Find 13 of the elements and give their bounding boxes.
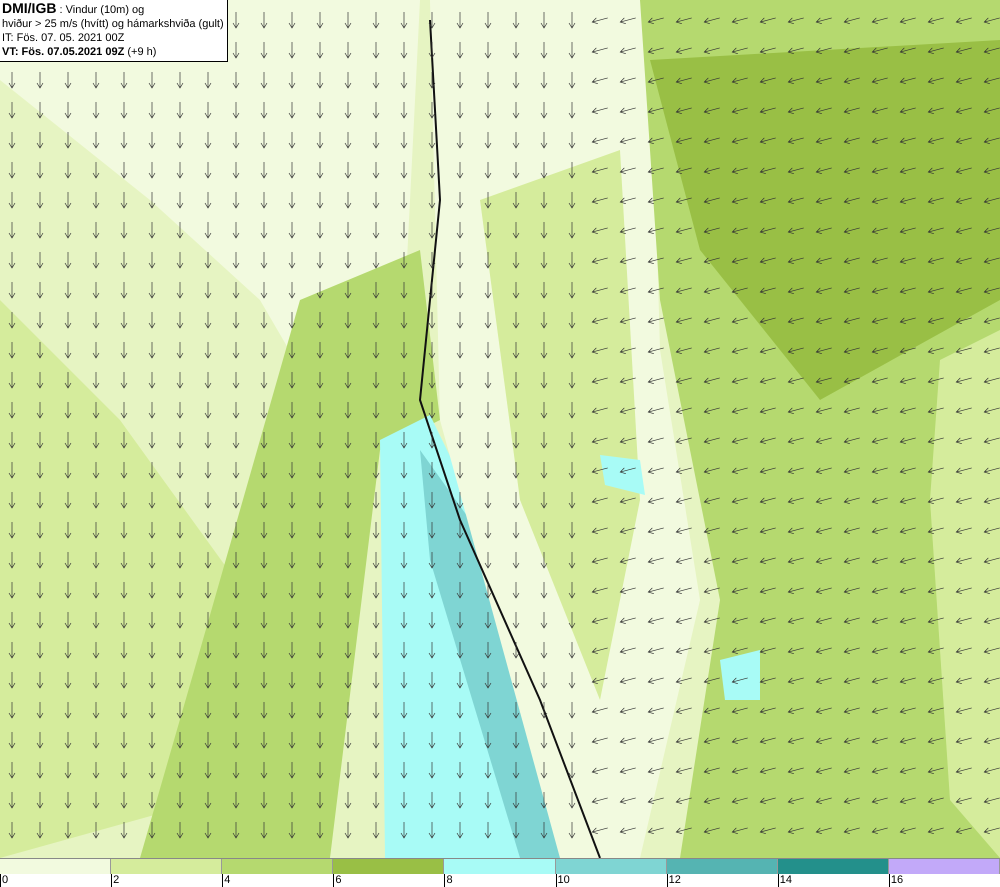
legend-tick-label: 4 (222, 874, 334, 887)
legend-tick-label: 0 (0, 874, 112, 887)
legend-tick-label: 14 (778, 874, 889, 887)
legend-tick-label: 10 (556, 874, 667, 887)
legend-tick-label: 6 (333, 874, 444, 887)
legend-tick-label: 2 (111, 874, 222, 887)
legend-tick-label: 12 (666, 874, 778, 887)
header-text: IT: Fös. 07. 05. 2021 00Z (2, 31, 126, 45)
header-text: DMI/IGB : Vindur (10m) og (2, 1, 146, 17)
header-text: VT: Fös. 07.05.2021 09Z (+9 h) (2, 45, 158, 59)
legend-tick-label: 8 (444, 874, 556, 887)
header-text: hviður > 25 m/s (hvítt) og hámarkshviða (gult) (2, 17, 225, 31)
legend-tick-label: 16 (888, 874, 1000, 887)
